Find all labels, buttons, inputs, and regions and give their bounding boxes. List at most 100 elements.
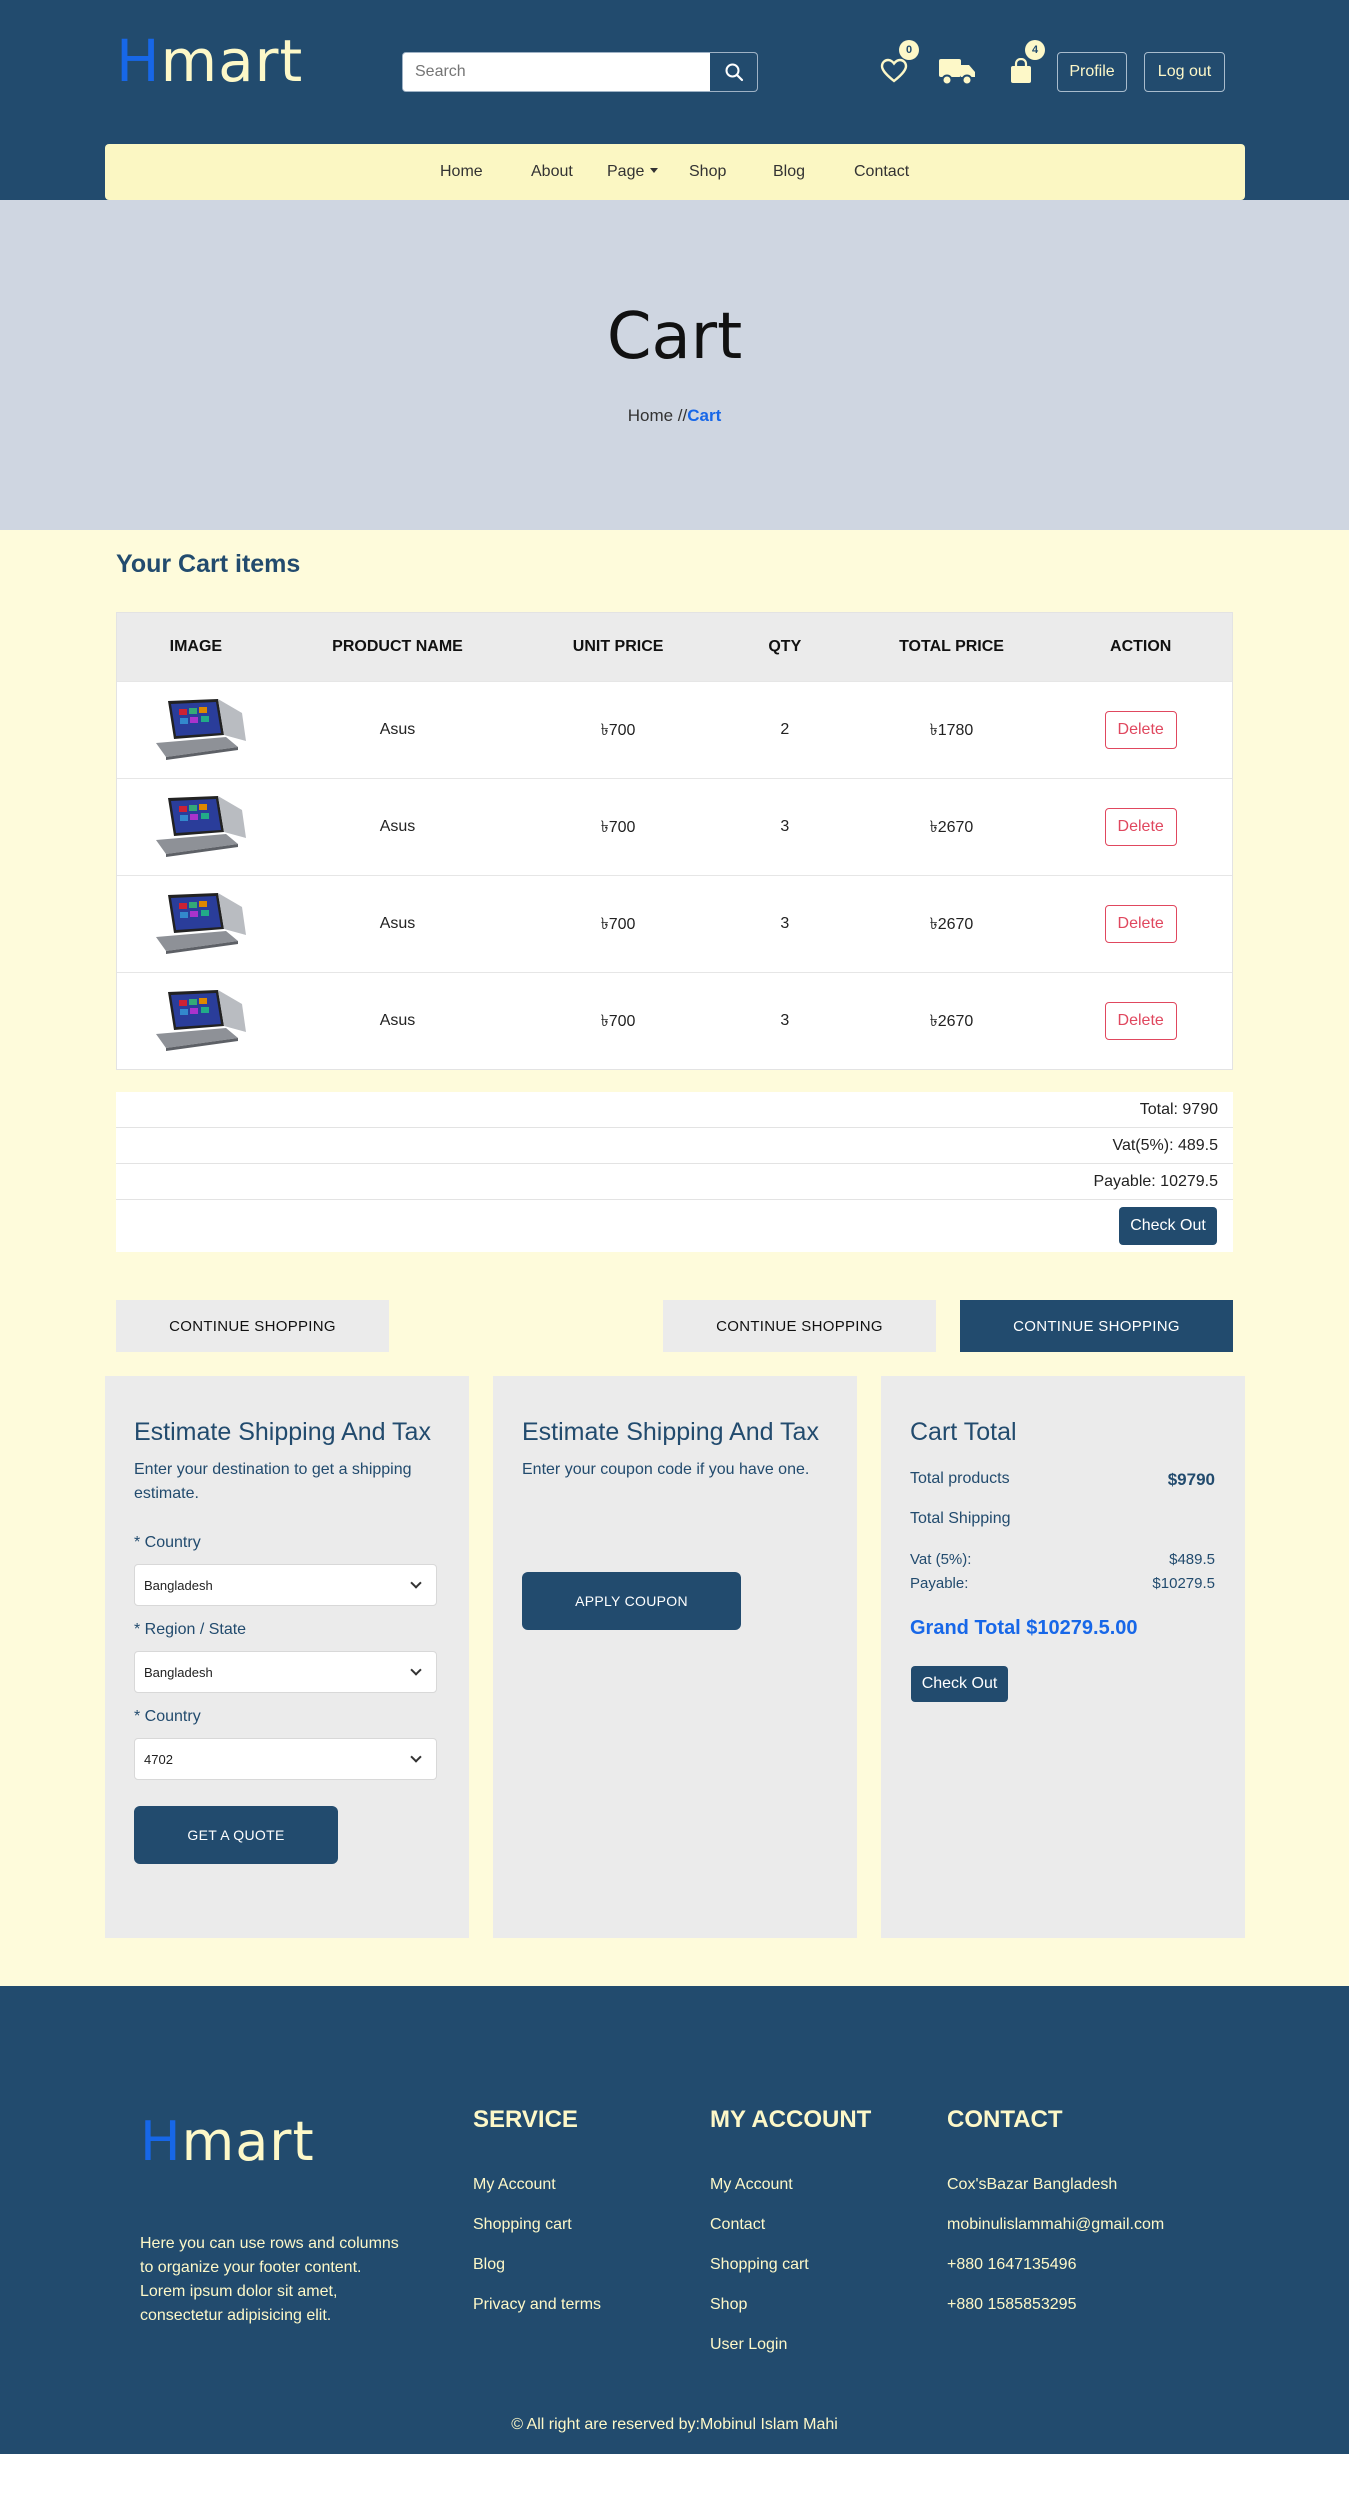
chevron-down-icon <box>410 1751 422 1763</box>
contact-email[interactable]: mobinulislammahi@gmail.com <box>947 2216 1164 2234</box>
product-name: Asus <box>379 721 416 738</box>
order-summary: Total: 9790 Vat(5%): 489.5 Payable: 1027… <box>116 1092 1233 1252</box>
unit-price: ৳700 <box>600 818 636 836</box>
cart-section-title: Your Cart items <box>116 550 301 578</box>
chevron-down-icon <box>410 1577 422 1589</box>
summary-vat: Vat(5%): 489.5 <box>116 1128 1233 1164</box>
nav-contact[interactable]: Contact <box>854 144 909 200</box>
continue-shopping-button[interactable]: CONTINUE SHOPPING <box>663 1300 936 1352</box>
footer-link[interactable]: Contact <box>710 2216 765 2234</box>
product-image <box>117 876 275 972</box>
footer-link[interactable]: Shop <box>710 2296 747 2314</box>
panel-title: Estimate Shipping And Tax <box>522 1418 819 1446</box>
footer-account-title: MY ACCOUNT <box>710 2106 872 2133</box>
column-header: PRODUCT NAME <box>332 638 463 655</box>
cart-section: Your Cart items IMAGE PRODUCT NAME UNIT … <box>0 530 1349 1986</box>
laptop-image <box>155 990 246 1051</box>
footer-link[interactable]: My Account <box>473 2176 556 2194</box>
unit-price: ৳700 <box>600 1012 636 1030</box>
delete-button[interactable]: Delete <box>1104 905 1177 943</box>
footer-contact-title: CONTACT <box>947 2106 1063 2133</box>
search-icon <box>725 63 743 82</box>
delete-button[interactable]: Delete <box>1104 1002 1177 1040</box>
cart-count-badge: 4 <box>1025 40 1045 60</box>
continue-shopping-button[interactable]: CONTINUE SHOPPING <box>116 1300 389 1352</box>
country-select[interactable]: Bangladesh <box>134 1564 437 1606</box>
total-products-value: $9790 <box>1167 1470 1215 1489</box>
copyright: © All right are reserved by:Mobinul Isla… <box>511 2416 838 2433</box>
region-select[interactable]: Bangladesh <box>134 1651 437 1693</box>
page-banner: Cart Home //Cart <box>0 200 1349 530</box>
site-logo[interactable]: Hmart <box>116 26 303 96</box>
delete-button[interactable]: Delete <box>1104 808 1177 846</box>
footer-link[interactable]: Privacy and terms <box>473 2296 601 2314</box>
apply-coupon-button[interactable]: APPLY COUPON <box>522 1572 741 1630</box>
breadcrumb: Home //Cart <box>627 406 722 425</box>
column-header: ACTION <box>1110 638 1172 655</box>
unit-price: ৳700 <box>600 915 636 933</box>
chevron-down-icon <box>410 1664 422 1676</box>
vat-value: $489.5 <box>1169 1551 1215 1568</box>
nav-home[interactable]: Home <box>440 144 483 200</box>
search-button[interactable] <box>709 53 757 91</box>
shopping-bag-icon <box>1011 57 1031 83</box>
contact-phone[interactable]: +880 1647135496 <box>947 2256 1076 2274</box>
quantity: 3 <box>780 818 790 835</box>
panel-subtitle: Enter your destination to get a shipping… <box>134 1461 412 1502</box>
logout-button[interactable]: Log out <box>1144 52 1225 92</box>
footer-link[interactable]: Shopping cart <box>473 2216 572 2234</box>
payable-label: Payable: <box>910 1575 969 1592</box>
contact-address: Cox'sBazar Bangladesh <box>947 2176 1118 2193</box>
unit-price: ৳700 <box>600 721 636 739</box>
quantity: 2 <box>780 721 790 738</box>
contact-phone[interactable]: +880 1585853295 <box>947 2296 1076 2314</box>
footer-service-title: SERVICE <box>473 2106 578 2133</box>
product-image <box>117 973 275 1069</box>
search-input[interactable] <box>403 53 709 91</box>
delete-button[interactable]: Delete <box>1104 711 1177 749</box>
nav-about[interactable]: About <box>531 144 573 200</box>
laptop-image <box>155 796 246 857</box>
footer-link[interactable]: Blog <box>473 2256 505 2274</box>
vat-label: Vat (5%): <box>910 1551 972 1568</box>
heart-icon <box>880 58 908 83</box>
product-name: Asus <box>379 1012 416 1029</box>
panel-subtitle: Enter your coupon code if you have one. <box>522 1461 810 1478</box>
table-row: Asus ৳700 2 ৳1780 Delete <box>117 681 1232 778</box>
profile-button[interactable]: Profile <box>1057 52 1127 92</box>
delivery-button[interactable] <box>938 56 976 91</box>
product-image <box>117 779 275 875</box>
column-header: QTY <box>768 638 802 655</box>
footer-link[interactable]: User Login <box>710 2336 787 2354</box>
total-products-label: Total products <box>910 1470 1010 1487</box>
get-quote-button[interactable]: GET A QUOTE <box>134 1806 338 1864</box>
product-name: Asus <box>379 818 416 835</box>
footer-link[interactable]: Shopping cart <box>710 2256 809 2274</box>
table-row: Asus ৳700 3 ৳2670 Delete <box>117 778 1232 875</box>
summary-total: Total: 9790 <box>116 1092 1233 1128</box>
wishlist-count-badge: 0 <box>899 40 919 60</box>
nav-page-dropdown[interactable]: Page <box>607 144 659 200</box>
truck-icon <box>939 59 975 86</box>
nav-blog[interactable]: Blog <box>773 144 805 200</box>
caret-down-icon <box>650 167 659 173</box>
total-price: ৳1780 <box>929 721 974 739</box>
cart-total-panel: Cart Total Total products $9790 Total Sh… <box>881 1376 1245 1938</box>
summary-payable: Payable: 10279.5 <box>116 1164 1233 1200</box>
region-label: * Region / State <box>134 1621 247 1638</box>
nav-shop[interactable]: Shop <box>689 144 726 200</box>
zip-select[interactable]: 4702 <box>134 1738 437 1780</box>
column-header: UNIT PRICE <box>572 638 664 655</box>
checkout-button[interactable]: Check Out <box>911 1666 1008 1702</box>
continue-shopping-button[interactable]: CONTINUE SHOPPING <box>960 1300 1233 1352</box>
wishlist-button[interactable] <box>880 58 908 89</box>
footer-link[interactable]: My Account <box>710 2176 793 2194</box>
breadcrumb-home[interactable]: Home <box>628 406 673 425</box>
main-navbar: Home About Page Shop Blog Contact <box>105 144 1245 200</box>
column-header: TOTAL PRICE <box>899 638 1004 655</box>
payable-value: $10279.5 <box>1152 1575 1215 1592</box>
footer-description: Here you can use rows and columns to org… <box>140 2235 399 2324</box>
checkout-button[interactable]: Check Out <box>1119 1207 1217 1245</box>
footer-logo[interactable]: Hmart <box>140 2110 315 2173</box>
cart-button[interactable] <box>1009 57 1033 89</box>
